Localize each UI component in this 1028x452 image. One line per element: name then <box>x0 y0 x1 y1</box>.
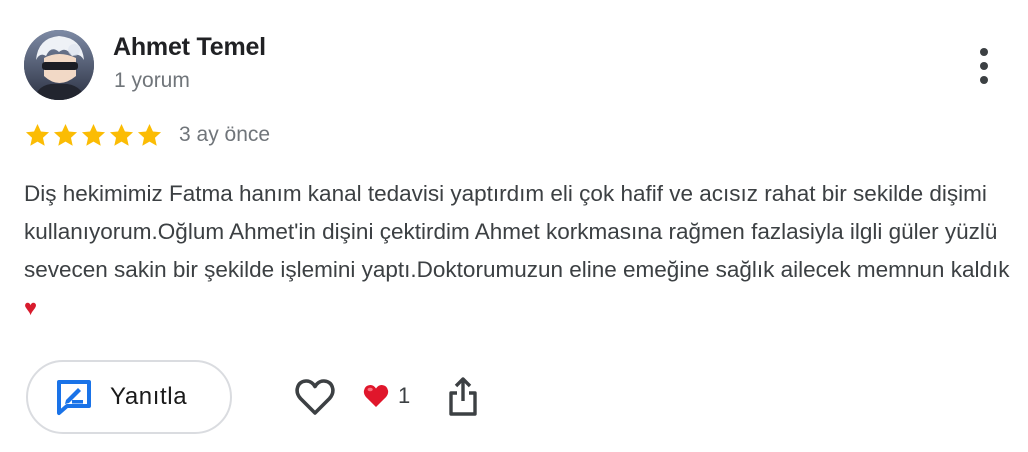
star-icon <box>137 123 162 146</box>
star-icon <box>81 123 106 146</box>
more-vert-icon <box>980 48 988 56</box>
reply-label: Yanıtla <box>110 383 188 410</box>
like-button[interactable] <box>294 377 336 417</box>
reaction-summary[interactable]: 1 <box>362 380 410 412</box>
heart-outline-icon <box>295 379 335 415</box>
review-body: Diş hekimimiz Fatma hanım kanal tedavisi… <box>24 175 1014 327</box>
star-icon <box>109 123 134 146</box>
avatar-image <box>24 30 94 100</box>
share-button[interactable] <box>446 374 480 418</box>
more-vert-dot <box>980 62 988 70</box>
review-text: Diş hekimimiz Fatma hanım kanal tedavisi… <box>24 181 1010 282</box>
author-name[interactable]: Ahmet Temel <box>113 33 266 62</box>
reply-button[interactable]: Yanıtla <box>26 360 232 434</box>
red-heart-icon <box>363 384 389 408</box>
review-date: 3 ay önce <box>179 123 271 146</box>
rating-row: 3 ay önce <box>24 120 270 150</box>
share-icon <box>449 377 477 416</box>
more-options-button[interactable] <box>966 44 1002 88</box>
reply-icon <box>57 380 91 415</box>
red-heart-emoji: ♥ <box>24 295 38 320</box>
star-icon <box>53 123 78 146</box>
more-vert-dot <box>980 76 988 84</box>
star-icon <box>25 123 50 146</box>
author-avatar[interactable] <box>24 30 94 100</box>
star-rating <box>24 122 163 149</box>
author-review-count[interactable]: 1 yorum <box>114 69 190 93</box>
reaction-count: 1 <box>398 383 411 408</box>
